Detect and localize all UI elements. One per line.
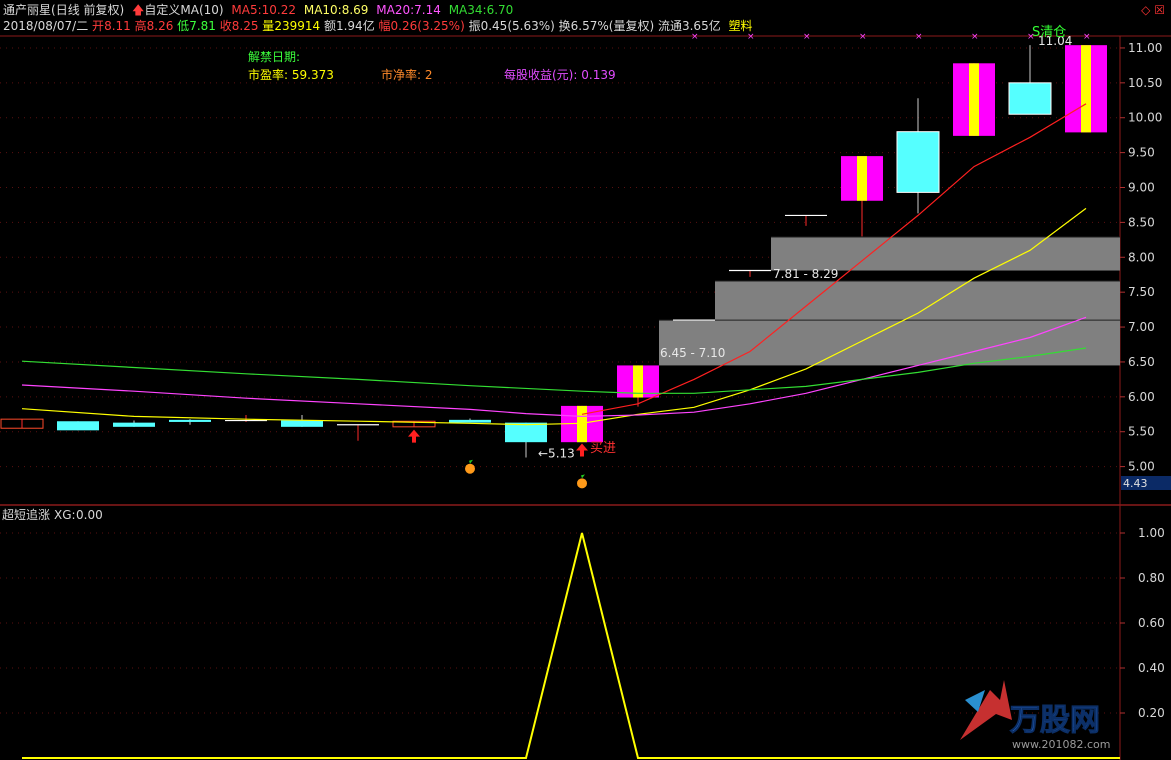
sub-y-tick-label: 0.60 xyxy=(1138,616,1165,630)
xg-value: 0.00 xyxy=(76,508,103,522)
watermark-logo-icon xyxy=(960,680,1012,740)
top-marker-icon: × xyxy=(747,32,755,42)
candle-core xyxy=(577,405,587,443)
fruit-leaf-icon xyxy=(469,459,473,464)
gap-label-1: 6.45 - 7.10 xyxy=(660,346,725,360)
buy-arrow-icon xyxy=(408,429,420,443)
candle-core xyxy=(969,63,979,136)
candle-core xyxy=(857,156,867,201)
top-marker-icon: × xyxy=(859,32,867,42)
candle-body xyxy=(505,422,547,443)
gap-zones xyxy=(659,236,1120,366)
top-marker-icon: × xyxy=(691,32,699,42)
watermark-brand: 万股网 xyxy=(1010,703,1100,738)
sell-signal-label: S清仓 xyxy=(1032,25,1066,40)
y-tick-label: 8.00 xyxy=(1128,250,1155,264)
top-marker-icon: × xyxy=(1083,32,1091,42)
fruit-leaf-icon xyxy=(581,474,585,479)
top-marker-icon: × xyxy=(971,32,979,42)
y-tick-label: 7.00 xyxy=(1128,320,1155,334)
sub-y-tick-label: 0.80 xyxy=(1138,571,1165,585)
sub-y-tick-label: 0.40 xyxy=(1138,661,1165,675)
watermark: 万股网 www.201082.com xyxy=(960,680,1110,751)
y-tick-label: 9.50 xyxy=(1128,146,1155,160)
fruit-icon xyxy=(577,478,587,489)
sub-chart: 超短追涨 XG: 0.00 1.00 0.80 0.60 0.40 0.20 xyxy=(0,507,1165,759)
y-tick-label: 11.00 xyxy=(1128,41,1162,55)
price-tag-label: 4.43 xyxy=(1123,477,1148,490)
low-price-label: ←5.13 xyxy=(538,447,575,461)
fruit-icon xyxy=(465,463,475,474)
y-tick-label: 5.50 xyxy=(1128,425,1155,439)
gap-label-2: 7.81 - 8.29 xyxy=(773,267,838,281)
candlestick-chart[interactable]: 11.00 10.50 10.00 9.50 9.00 8.50 8.00 7.50 7.00 6… xyxy=(0,0,1171,760)
y-tick-label: 7.50 xyxy=(1128,285,1155,299)
candle-core xyxy=(1081,45,1091,133)
watermark-url: www.201082.com xyxy=(1012,738,1110,751)
gap-zone xyxy=(771,237,1120,271)
sub-chart-title: 超短追涨 xyxy=(2,507,50,522)
candle-body xyxy=(449,419,491,423)
y-tick-label: 9.00 xyxy=(1128,181,1155,195)
top-marker-icon: × xyxy=(1027,32,1035,42)
candle-body xyxy=(113,422,155,427)
y-tick-label: 6.50 xyxy=(1128,355,1155,369)
y-tick-label: 10.00 xyxy=(1128,111,1162,125)
grid xyxy=(0,35,1171,760)
y-tick-label: 8.50 xyxy=(1128,215,1155,229)
y-tick-label: 6.00 xyxy=(1128,390,1155,404)
candle-body xyxy=(281,420,323,427)
top-marker-icon: × xyxy=(803,32,811,42)
xg-label: XG: xyxy=(54,508,76,522)
top-marker-icon: × xyxy=(915,32,923,42)
buy-arrow-icon xyxy=(576,443,588,457)
candle-body xyxy=(57,421,99,431)
y-tick-label: 10.50 xyxy=(1128,76,1162,90)
buy-signal-label: 买进 xyxy=(590,441,616,456)
price-axis: 11.00 10.50 10.00 9.50 9.00 8.50 8.00 7.50 7.00 6… xyxy=(1120,41,1171,490)
xg-line xyxy=(22,532,1120,759)
candle-body xyxy=(169,419,211,422)
sub-y-tick-label: 1.00 xyxy=(1138,526,1165,540)
candle-body xyxy=(1008,82,1052,115)
y-tick-label: 5.00 xyxy=(1128,460,1155,474)
sub-y-tick-label: 0.20 xyxy=(1138,706,1165,720)
gap-zone xyxy=(715,281,1120,321)
candle-body xyxy=(896,131,940,193)
